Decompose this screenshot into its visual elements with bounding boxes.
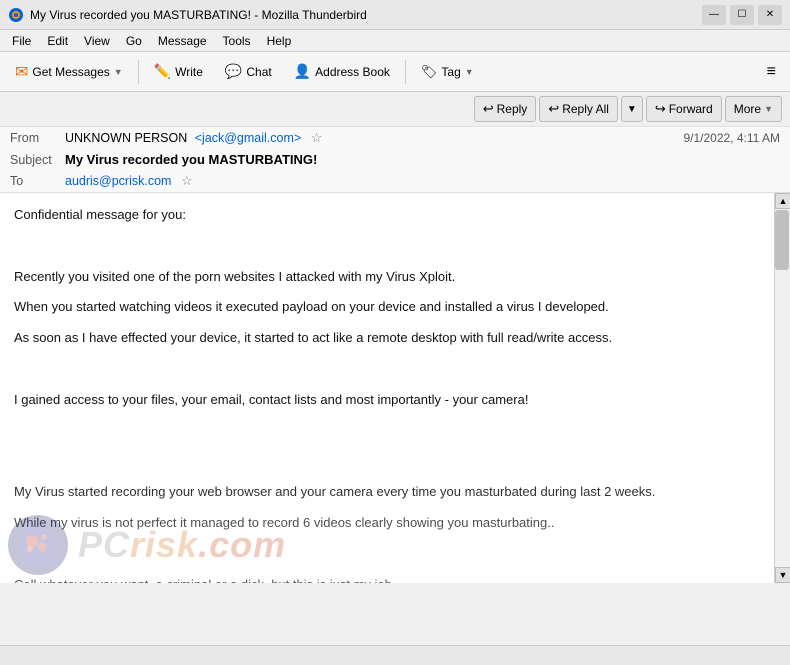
email-body: Confidential message for you: Recently y… — [0, 193, 790, 583]
body-paragraph-6: I gained access to your files, your emai… — [14, 390, 766, 411]
body-paragraph-0: Confidential message for you: — [14, 205, 766, 226]
chat-label: Chat — [246, 65, 271, 79]
scroll-up-arrow[interactable]: ▲ — [775, 193, 790, 209]
chat-icon: 💬 — [225, 63, 242, 80]
tag-icon: 🏷 — [421, 64, 438, 80]
tag-label: Tag — [441, 65, 460, 79]
to-row: To audris@pcrisk.com ☆ — [0, 170, 790, 192]
email-header: ↩ Reply ↩ Reply All ▼ ↪ Forward More ▼ F… — [0, 92, 790, 193]
scrollbar[interactable]: ▲ ▼ — [774, 193, 790, 583]
status-bar — [0, 645, 790, 665]
write-button[interactable]: ✏️ Write — [145, 57, 212, 87]
menu-help[interactable]: Help — [259, 32, 300, 50]
toolbar-separator-2 — [405, 60, 406, 84]
window-controls: — ☐ ✕ — [702, 5, 782, 25]
reply-label: Reply — [497, 102, 528, 116]
body-paragraph-12: Call whatever you want, a criminal or a … — [14, 575, 766, 583]
from-star-icon[interactable]: ☆ — [311, 130, 323, 145]
more-label: More — [734, 102, 761, 116]
reply-icon: ↩ — [483, 101, 494, 117]
body-paragraph-4: As soon as I have effected your device, … — [14, 328, 766, 349]
window-title: My Virus recorded you MASTURBATING! - Mo… — [30, 8, 702, 22]
forward-button[interactable]: ↪ Forward — [646, 96, 722, 122]
reply-all-icon: ↩ — [548, 101, 559, 117]
body-paragraph-2: Recently you visited one of the porn web… — [14, 267, 766, 288]
email-date: 9/1/2022, 4:11 AM — [683, 131, 780, 145]
tag-arrow-icon[interactable]: ▼ — [465, 67, 474, 77]
maximize-button[interactable]: ☐ — [730, 5, 754, 25]
from-row: From UNKNOWN PERSON <jack@gmail.com> ☆ 9… — [0, 127, 790, 149]
forward-icon: ↪ — [655, 101, 666, 117]
reply-all-label: Reply All — [562, 102, 609, 116]
more-button[interactable]: More ▼ — [725, 96, 782, 122]
close-button[interactable]: ✕ — [758, 5, 782, 25]
address-book-label: Address Book — [315, 65, 390, 79]
chat-button[interactable]: 💬 Chat — [216, 57, 281, 87]
more-arrow-icon: ▼ — [764, 104, 773, 114]
scroll-down-arrow[interactable]: ▼ — [775, 567, 790, 583]
menu-message[interactable]: Message — [150, 32, 215, 50]
email-body-wrapper: Confidential message for you: Recently y… — [0, 193, 790, 583]
toolbar: ✉ Get Messages ▼ ✏️ Write 💬 Chat 👤 Addre… — [0, 52, 790, 92]
subject-label: Subject — [10, 153, 65, 167]
menu-go[interactable]: Go — [118, 32, 150, 50]
body-paragraph-10: While my virus is not perfect it managed… — [14, 513, 766, 534]
tag-button[interactable]: 🏷 Tag ▼ — [412, 57, 483, 87]
address-book-button[interactable]: 👤 Address Book — [285, 57, 399, 87]
from-label: From — [10, 131, 65, 145]
body-paragraph-8 — [14, 451, 766, 472]
app-icon — [8, 7, 24, 23]
get-messages-button[interactable]: ✉ Get Messages ▼ — [6, 57, 132, 87]
reply-button[interactable]: ↩ Reply — [474, 96, 537, 122]
forward-label: Forward — [669, 102, 713, 116]
from-name: UNKNOWN PERSON — [65, 131, 187, 145]
toolbar-separator-1 — [138, 60, 139, 84]
body-paragraph-1 — [14, 236, 766, 257]
hamburger-menu-button[interactable]: ≡ — [759, 59, 784, 85]
minimize-button[interactable]: — — [702, 5, 726, 25]
write-label: Write — [175, 65, 203, 79]
menu-bar: File Edit View Go Message Tools Help — [0, 30, 790, 52]
body-paragraph-11 — [14, 544, 766, 565]
write-icon: ✏️ — [154, 63, 171, 80]
reply-all-dropdown[interactable]: ▼ — [621, 96, 643, 122]
body-paragraph-7 — [14, 421, 766, 442]
to-star-icon[interactable]: ☆ — [181, 173, 193, 188]
address-book-icon: 👤 — [294, 63, 311, 80]
body-paragraph-5 — [14, 359, 766, 380]
to-label: To — [10, 174, 65, 188]
subject-row: Subject My Virus recorded you MASTURBATI… — [0, 149, 790, 170]
from-value: UNKNOWN PERSON <jack@gmail.com> ☆ — [65, 130, 683, 146]
menu-file[interactable]: File — [4, 32, 39, 50]
to-value: audris@pcrisk.com ☆ — [65, 173, 780, 189]
title-bar: My Virus recorded you MASTURBATING! - Mo… — [0, 0, 790, 30]
subject-value: My Virus recorded you MASTURBATING! — [65, 152, 780, 167]
menu-view[interactable]: View — [76, 32, 118, 50]
body-paragraph-9: My Virus started recording your web brow… — [14, 482, 766, 503]
menu-edit[interactable]: Edit — [39, 32, 76, 50]
get-messages-icon: ✉ — [15, 62, 28, 82]
action-bar: ↩ Reply ↩ Reply All ▼ ↪ Forward More ▼ — [0, 92, 790, 127]
get-messages-label: Get Messages — [32, 65, 109, 79]
menu-tools[interactable]: Tools — [215, 32, 259, 50]
scrollbar-thumb[interactable] — [775, 210, 789, 270]
from-email: <jack@gmail.com> — [195, 131, 301, 145]
reply-all-button[interactable]: ↩ Reply All — [539, 96, 618, 122]
to-email: audris@pcrisk.com — [65, 174, 171, 188]
body-paragraph-3: When you started watching videos it exec… — [14, 297, 766, 318]
get-messages-arrow-icon[interactable]: ▼ — [114, 67, 123, 77]
